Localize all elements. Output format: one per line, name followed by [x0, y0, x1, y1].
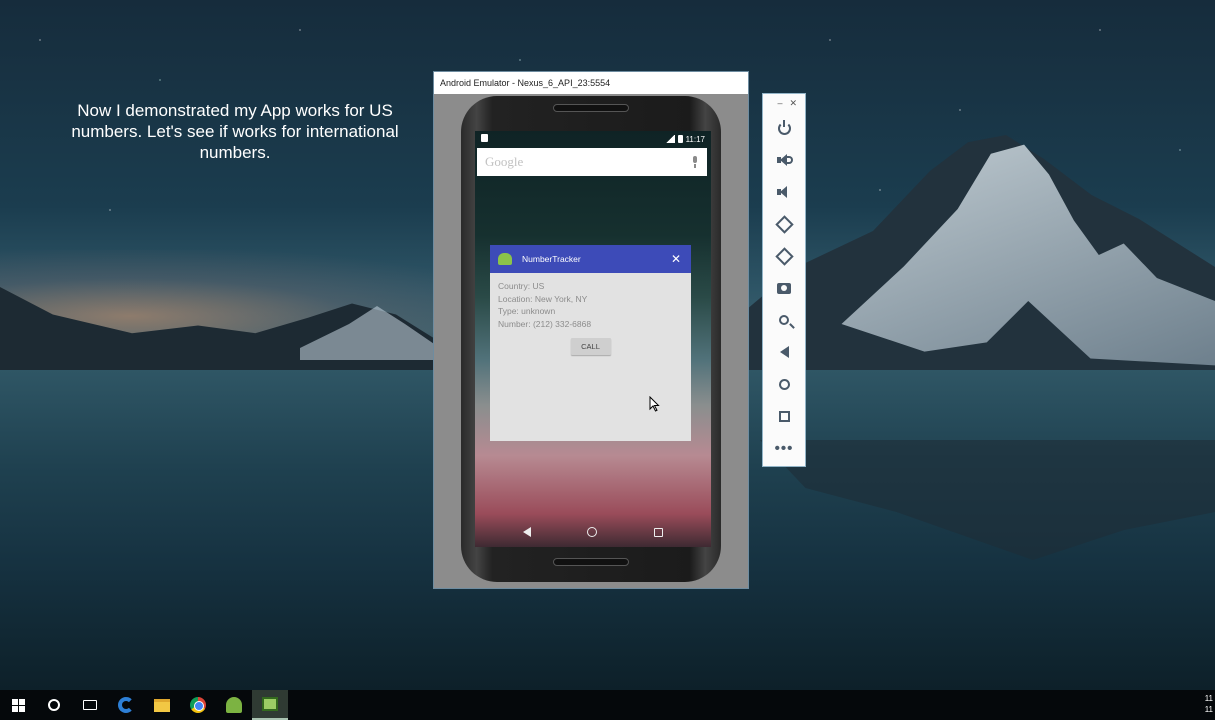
toolbar-window-controls: – ✕ [763, 94, 805, 112]
file-explorer-icon [154, 698, 170, 712]
android-emulator-icon [262, 697, 278, 711]
tray-clock[interactable]: 11 11 [1205, 693, 1213, 715]
volume-down-button[interactable] [763, 176, 805, 208]
dialog-header: NumberTracker ✕ [490, 245, 691, 273]
more-icon: ••• [774, 439, 794, 457]
rotate-right-button[interactable] [763, 240, 805, 272]
google-search-placeholder: Google [485, 154, 524, 169]
close-icon[interactable]: ✕ [669, 252, 683, 266]
power-button[interactable] [763, 112, 805, 144]
home-button[interactable] [763, 368, 805, 400]
status-time: 11:17 [685, 134, 705, 144]
tray-clock-line1: 11 [1204, 694, 1213, 703]
camera-icon [777, 282, 791, 294]
screenshot-button[interactable] [763, 272, 805, 304]
mic-icon[interactable] [691, 156, 699, 168]
file-explorer-taskbar-button[interactable] [144, 690, 180, 720]
overview-button[interactable] [763, 400, 805, 432]
tray-clock-line2: 11 [1204, 705, 1213, 714]
nav-recents-icon[interactable] [653, 527, 663, 537]
emulator-window[interactable]: Android Emulator - Nexus_6_API_23:5554 1… [433, 71, 749, 589]
edge-icon [118, 697, 134, 713]
country-text: Country: US [498, 281, 545, 291]
android-nav-bar [475, 517, 711, 547]
number-text: Number: (212) 332-6868 [498, 318, 592, 329]
android-app-icon [498, 253, 512, 265]
type-text: Type: unknown [498, 306, 556, 317]
back-button[interactable] [763, 336, 805, 368]
cortana-icon [48, 699, 60, 711]
android-studio-icon [226, 697, 242, 713]
call-button[interactable]: CALL [570, 338, 611, 356]
dialog-body: Country: US Location: New York, NY Type:… [490, 273, 691, 356]
android-studio-taskbar-button[interactable] [216, 690, 252, 720]
phone-frame: 11:17 Google NumberTracker ✕ Country: US… [461, 96, 721, 582]
battery-icon [677, 135, 683, 143]
task-view-icon [83, 700, 97, 710]
volume-up-icon [777, 154, 793, 166]
cortana-button[interactable] [36, 690, 72, 720]
google-search-bar[interactable]: Google [477, 148, 707, 176]
volume-up-button[interactable] [763, 144, 805, 176]
overview-icon [778, 410, 790, 422]
start-button[interactable] [0, 690, 36, 720]
task-view-button[interactable] [72, 690, 108, 720]
more-button[interactable]: ••• [763, 432, 805, 464]
toolbar-close-button[interactable]: ✕ [789, 98, 797, 109]
nav-home-icon[interactable] [587, 527, 598, 537]
chrome-icon [190, 697, 206, 713]
sd-card-icon [481, 134, 488, 142]
emulator-toolbar: – ✕ ••• [762, 93, 806, 467]
rotate-left-icon [774, 214, 794, 234]
location-text: Location: New York, NY [498, 293, 588, 304]
volume-down-icon [777, 186, 791, 198]
home-icon [778, 378, 790, 390]
dialog-title: NumberTracker [522, 254, 581, 264]
chrome-taskbar-button[interactable] [180, 690, 216, 720]
emulator-titlebar[interactable]: Android Emulator - Nexus_6_API_23:5554 [434, 72, 748, 94]
video-caption: Now I demonstrated my App works for US n… [71, 101, 399, 162]
signal-icon [664, 135, 675, 143]
nav-back-icon[interactable] [523, 527, 532, 537]
power-icon [777, 119, 791, 135]
zoom-button[interactable] [763, 304, 805, 336]
toolbar-minimize-button[interactable]: – [777, 98, 782, 108]
status-bar: 11:17 [475, 131, 711, 147]
phone-speaker-bottom [553, 558, 629, 566]
phone-screen[interactable]: 11:17 Google NumberTracker ✕ Country: US… [475, 131, 711, 547]
edge-taskbar-button[interactable] [108, 690, 144, 720]
rotate-left-button[interactable] [763, 208, 805, 240]
windows-start-icon [11, 698, 25, 712]
zoom-icon [779, 315, 789, 325]
back-icon [779, 346, 789, 358]
rotate-right-icon [774, 246, 794, 266]
phone-speaker-top [553, 104, 629, 112]
taskbar: 11 11 [0, 690, 1215, 720]
android-emulator-taskbar-button[interactable] [252, 690, 288, 720]
